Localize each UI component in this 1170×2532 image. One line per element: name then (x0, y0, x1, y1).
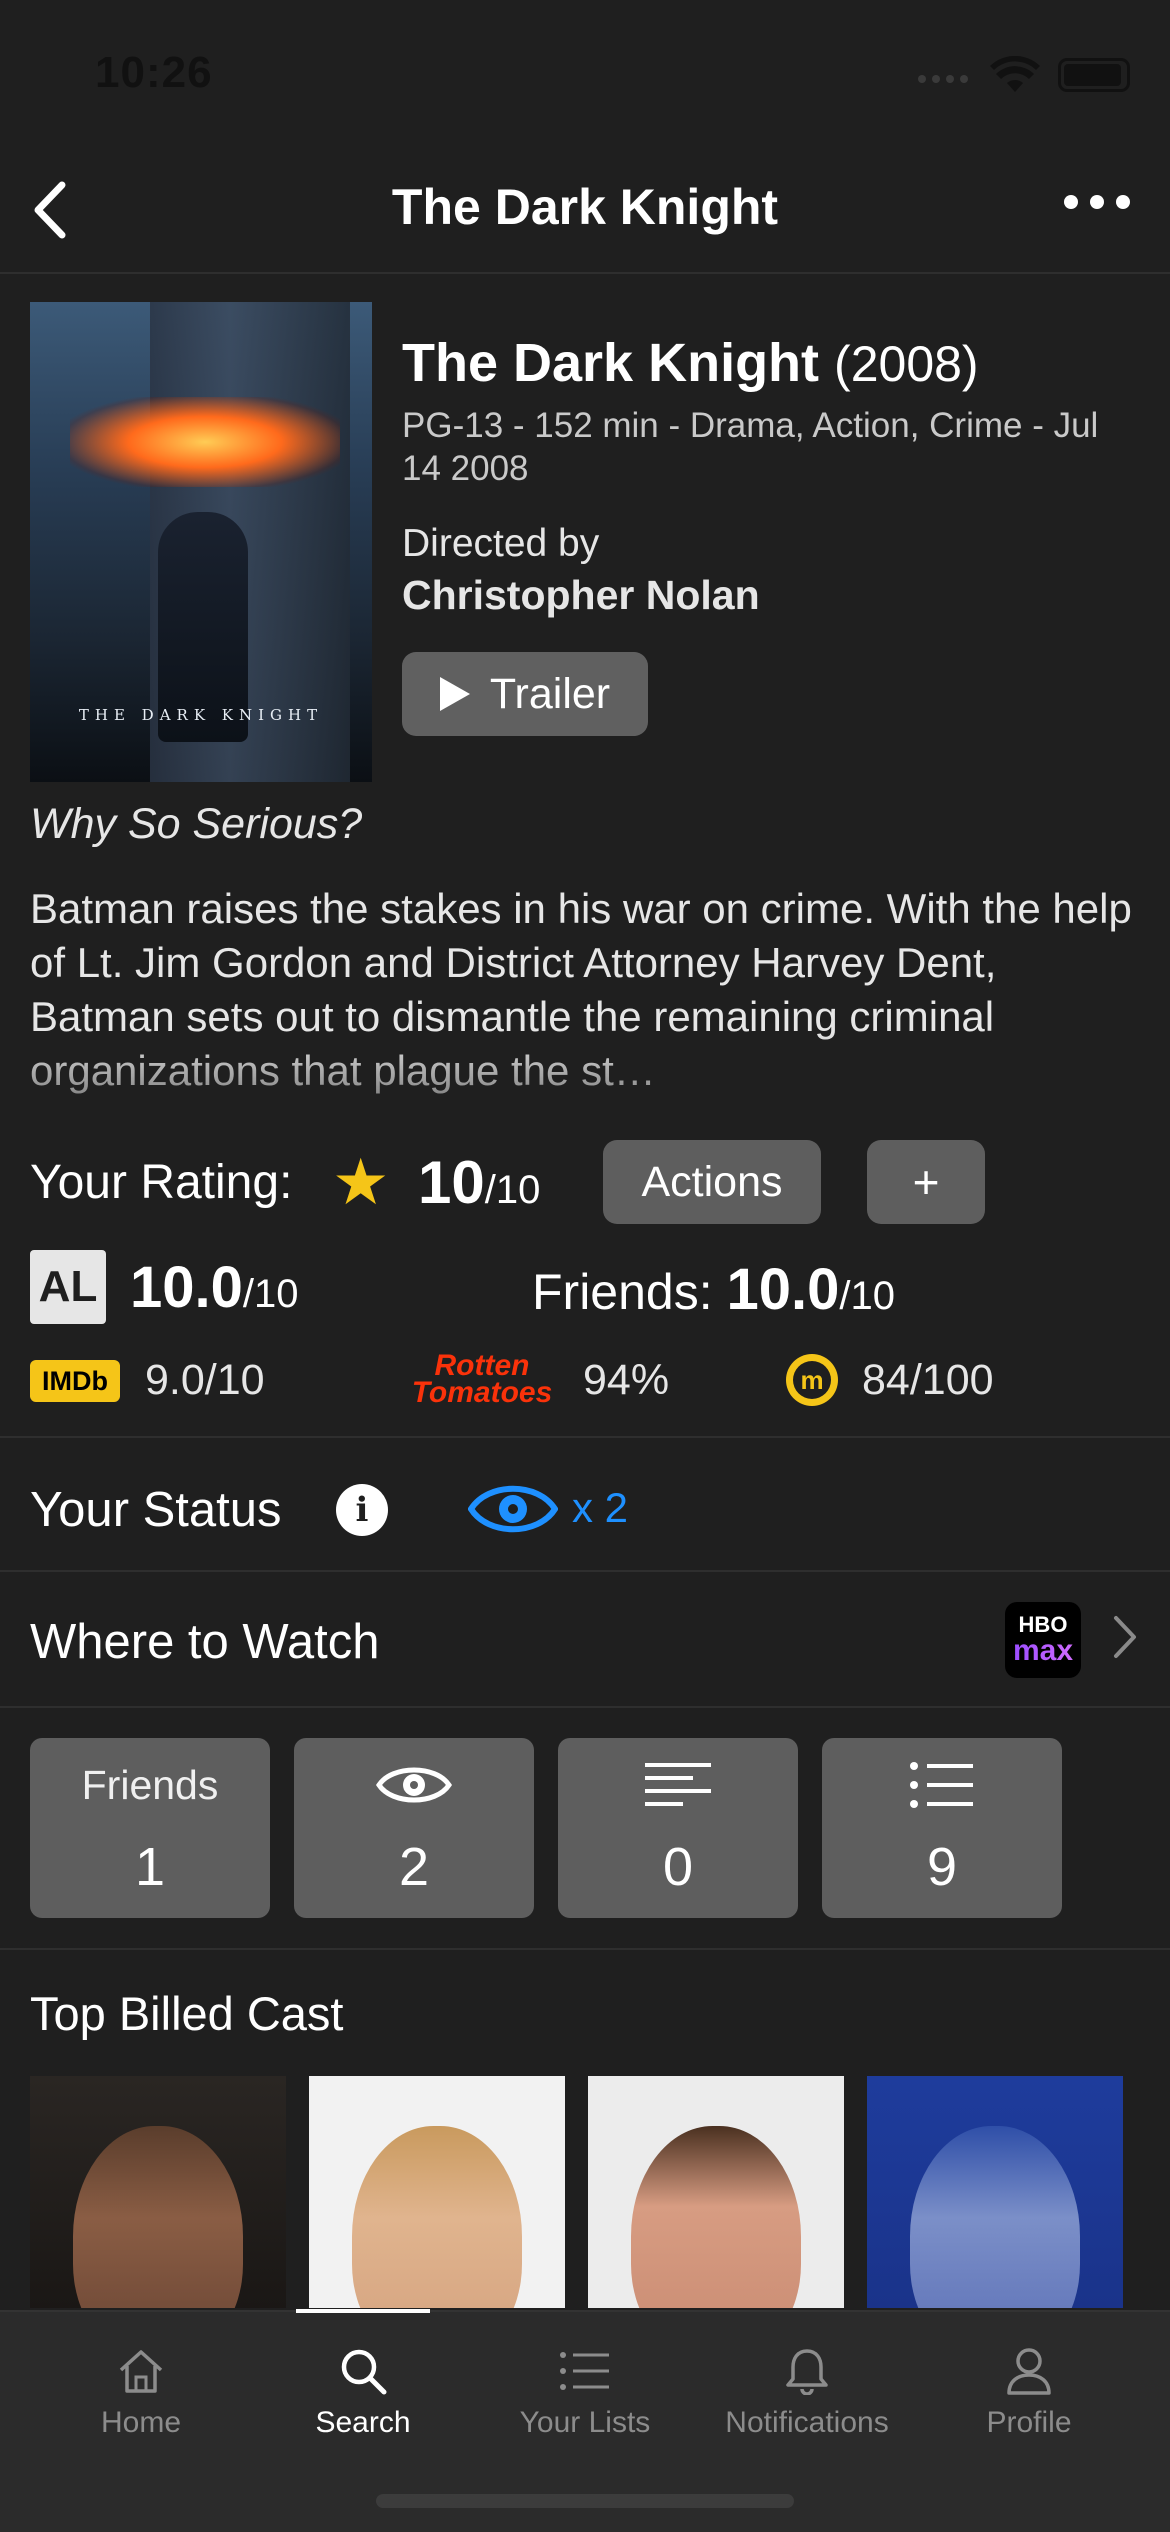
movie-meta: PG-13 - 152 min - Drama, Action, Crime -… (402, 406, 1099, 488)
lists-tile[interactable]: 9 (822, 1738, 1062, 1918)
poster-caption: THE DARK KNIGHT (78, 706, 324, 724)
tab-home[interactable]: Home (30, 2336, 252, 2440)
reviews-tile[interactable]: 0 (558, 1738, 798, 1918)
watched-eye-icon[interactable] (468, 1478, 558, 1540)
tab-your-lists-label: Your Lists (519, 2406, 651, 2439)
hbo-logo-line2: max (1012, 1634, 1074, 1667)
wifi-icon (990, 56, 1040, 92)
friends-score-suffix: /10 (839, 1274, 896, 1318)
trailer-label: Trailer (489, 669, 611, 718)
status-time: 10:26 (95, 48, 213, 97)
battery-icon (1058, 58, 1130, 92)
tab-search-label: Search (315, 2406, 411, 2439)
actions-button[interactable]: Actions (603, 1140, 821, 1224)
watched-tile[interactable]: 2 (294, 1738, 534, 1918)
friends-score-label: Friends: (532, 1264, 713, 1320)
divider (0, 1706, 1170, 1708)
tab-home-label: Home (100, 2406, 182, 2439)
cast-photo-2[interactable] (309, 2076, 565, 2308)
watched-count[interactable]: x 2 (572, 1484, 628, 1532)
metacritic-score[interactable]: 84/100 (862, 1356, 994, 1405)
eye-icon (376, 1767, 452, 1803)
reviews-tile-count: 0 (662, 1837, 694, 1897)
director-name[interactable]: Christopher Nolan (402, 572, 760, 619)
movie-title: The Dark Knight (2008) (402, 332, 979, 394)
your-rating-label: Your Rating: (30, 1156, 293, 1209)
divider (0, 272, 1170, 274)
al-score-number: 10.0 (130, 1255, 243, 1320)
lists-tile-count: 9 (926, 1837, 958, 1897)
overview[interactable]: Batman raises the stakes in his war on c… (30, 882, 1140, 1098)
top-billed-cast-heading: Top Billed Cast (30, 1987, 344, 2040)
hbo-logo-line1: HBO (1018, 1612, 1068, 1637)
tab-notifications[interactable]: Notifications (696, 2336, 918, 2440)
imdb-logo: IMDb (30, 1360, 120, 1402)
friends-tile[interactable]: Friends 1 (30, 1738, 270, 1918)
tab-search[interactable]: Search (252, 2336, 474, 2440)
tab-profile-label: Profile (986, 2406, 1072, 2439)
al-score-suffix: /10 (242, 1272, 299, 1316)
movie-year: (2008) (834, 336, 979, 392)
trailer-button[interactable]: Trailer (402, 652, 648, 736)
star-icon: ★ (332, 1146, 390, 1218)
bell-icon (786, 2349, 828, 2395)
friends-score[interactable]: Friends: 10.0/10 (532, 1256, 895, 1323)
metacritic-logo: m (786, 1354, 838, 1406)
movie-title-text: The Dark Knight (402, 333, 820, 393)
rt-logo-line1: Rotten (434, 1349, 530, 1382)
imdb-score[interactable]: 9.0/10 (145, 1356, 265, 1405)
list-icon (910, 1762, 973, 1808)
info-icon[interactable]: i (336, 1484, 388, 1536)
movie-poster[interactable]: THE DARK KNIGHT (30, 302, 372, 782)
active-tab-indicator (296, 2309, 430, 2313)
list-icon (560, 2352, 609, 2390)
tab-notifications-label: Notifications (725, 2406, 889, 2439)
metacritic-logo-letter: m (793, 1361, 831, 1399)
status-icons (916, 56, 1130, 94)
signal-icon (918, 75, 968, 83)
chevron-right-icon[interactable] (1110, 1612, 1140, 1662)
divider (0, 1570, 1170, 1572)
al-badge: AL (30, 1250, 106, 1324)
person-icon (1007, 2348, 1051, 2395)
tab-profile[interactable]: Profile (918, 2336, 1140, 2440)
watched-tile-count: 2 (398, 1837, 430, 1897)
rotten-tomatoes-logo: Rotten Tomatoes (407, 1349, 557, 1409)
tagline: Why So Serious? (30, 800, 363, 848)
home-icon (119, 2350, 163, 2393)
play-icon (439, 677, 470, 711)
al-score: 10.0/10 (130, 1254, 299, 1321)
rotten-tomatoes-score[interactable]: 94% (583, 1356, 669, 1405)
rating-number: 10 (418, 1149, 485, 1216)
add-button[interactable]: + (867, 1140, 985, 1224)
search-icon (341, 2349, 387, 2395)
where-to-watch-label: Where to Watch (30, 1615, 380, 1669)
friends-tile-label: Friends (81, 1761, 219, 1808)
your-rating-value: 10/10 (418, 1148, 540, 1217)
divider (0, 1436, 1170, 1438)
tab-your-lists[interactable]: Your Lists (474, 2336, 696, 2440)
cast-photo-1[interactable] (30, 2076, 286, 2308)
text-lines-icon (645, 1763, 711, 1806)
home-indicator (376, 2494, 794, 2508)
cast-photo-3[interactable] (588, 2076, 844, 2308)
divider (0, 1948, 1170, 1950)
friends-tile-count: 1 (134, 1837, 166, 1897)
more-options-icon[interactable] (1064, 195, 1130, 209)
rating-suffix: /10 (484, 1168, 541, 1212)
your-status-label: Your Status (30, 1483, 282, 1537)
friends-score-number: 10.0 (726, 1257, 840, 1322)
cast-photo-4[interactable] (867, 2076, 1123, 2308)
nav-title: The Dark Knight (391, 179, 779, 235)
hbo-max-logo[interactable]: HBO max (1005, 1602, 1081, 1678)
rt-logo-line2: Tomatoes (411, 1376, 553, 1409)
directed-by-label: Directed by (402, 522, 600, 565)
